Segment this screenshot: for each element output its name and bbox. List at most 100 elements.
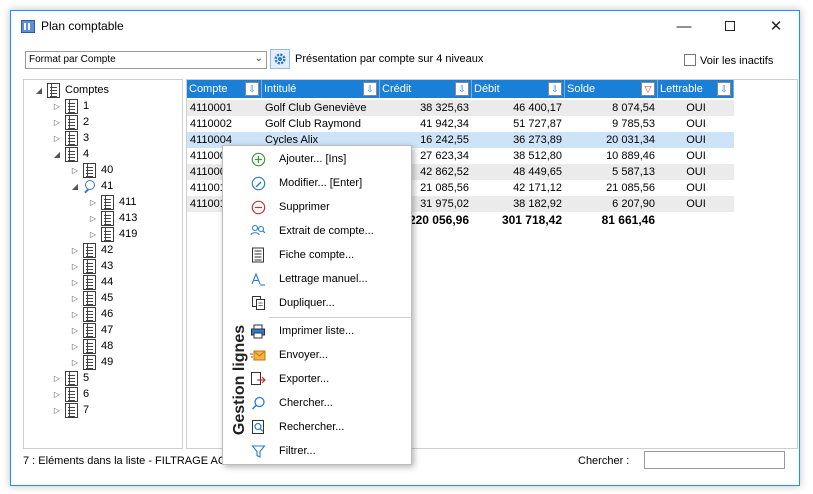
table-row[interactable]: 4110002 Golf Club Raymond 41 942,34 51 7… bbox=[187, 116, 734, 132]
cell-debit: 38 182,92 bbox=[513, 198, 562, 210]
filter-icon[interactable]: ▽ bbox=[641, 82, 655, 96]
tree-node[interactable]: ▷ 42 bbox=[70, 242, 113, 258]
menu-item-extrait-compte[interactable]: Extrait de compte... bbox=[245, 220, 411, 242]
tree-node[interactable]: ▷ 47 bbox=[70, 322, 113, 338]
show-inactive-checkbox[interactable] bbox=[684, 54, 696, 66]
accounts-tree[interactable]: ◢ Comptes ▷ 1 ▷ 2 ▷ 3 ◢ 4 ▷ 40 ◢ 41 ▷ 411 ▷ 413 … bbox=[23, 79, 183, 449]
title-bar[interactable]: Plan comptable — ✕ bbox=[11, 11, 799, 41]
collapsed-arrow-icon[interactable]: ▷ bbox=[88, 214, 98, 223]
collapsed-arrow-icon[interactable]: ▷ bbox=[52, 118, 62, 127]
cell-debit: 36 273,89 bbox=[513, 134, 562, 146]
collapsed-arrow-icon[interactable]: ▷ bbox=[70, 262, 80, 271]
cell-lettrable: OUI bbox=[686, 198, 706, 210]
cell-solde: 21 085,56 bbox=[606, 182, 655, 194]
window-title: Plan comptable bbox=[41, 19, 124, 33]
tree-node[interactable]: ▷ 40 bbox=[70, 162, 113, 178]
minimize-button[interactable]: — bbox=[661, 11, 707, 41]
column-header-lettrable[interactable]: Lettrable ⇩ bbox=[658, 80, 734, 98]
tree-node[interactable]: ▷ 44 bbox=[70, 274, 113, 290]
tree-node[interactable]: ◢ 41 bbox=[70, 178, 113, 194]
collapsed-arrow-icon[interactable]: ▷ bbox=[88, 230, 98, 239]
collapsed-arrow-icon[interactable]: ▷ bbox=[70, 326, 80, 335]
tree-node[interactable]: ▷ 46 bbox=[70, 306, 113, 322]
close-button[interactable]: ✕ bbox=[753, 11, 799, 41]
tree-node[interactable]: ▷ 45 bbox=[70, 290, 113, 306]
column-header-debit[interactable]: Débit ⇩ bbox=[472, 80, 565, 98]
tree-node[interactable]: ▷ 419 bbox=[88, 226, 137, 242]
column-header-credit[interactable]: Crédit ⇩ bbox=[380, 80, 472, 98]
tree-node[interactable]: ▷ 49 bbox=[70, 354, 113, 370]
menu-item-filtrer[interactable]: Filtrer... bbox=[245, 440, 411, 462]
collapsed-arrow-icon[interactable]: ▷ bbox=[52, 406, 62, 415]
expanded-arrow-icon[interactable]: ◢ bbox=[70, 182, 80, 191]
presentation-settings-button[interactable] bbox=[270, 49, 290, 69]
chevron-down-icon: ⌄ bbox=[254, 53, 263, 64]
ledger-icon bbox=[83, 354, 96, 370]
menu-item-label: Filtrer... bbox=[279, 445, 316, 457]
menu-item-label: Imprimer liste... bbox=[279, 325, 355, 337]
tree-node[interactable]: ▷ 411 bbox=[88, 194, 137, 210]
expanded-arrow-icon[interactable]: ◢ bbox=[34, 86, 44, 95]
column-header-label: Lettrable bbox=[660, 83, 703, 95]
menu-item-chercher[interactable]: Chercher... bbox=[245, 392, 411, 414]
tree-node-label: 42 bbox=[101, 244, 114, 256]
collapsed-arrow-icon[interactable]: ▷ bbox=[70, 166, 80, 175]
column-header-compte[interactable]: Compte ⇩ bbox=[187, 80, 262, 98]
sort-icon[interactable]: ⇩ bbox=[548, 82, 562, 96]
collapsed-arrow-icon[interactable]: ▷ bbox=[70, 310, 80, 319]
menu-item-fiche-compte[interactable]: Fiche compte... bbox=[245, 244, 411, 266]
collapsed-arrow-icon[interactable]: ▷ bbox=[70, 294, 80, 303]
cell-lettrable: OUI bbox=[686, 102, 706, 114]
tree-node[interactable]: ▷ 3 bbox=[52, 130, 89, 146]
collapsed-arrow-icon[interactable]: ▷ bbox=[70, 246, 80, 255]
collapsed-arrow-icon[interactable]: ▷ bbox=[52, 374, 62, 383]
search-input[interactable] bbox=[644, 451, 785, 469]
collapsed-arrow-icon[interactable]: ▷ bbox=[70, 342, 80, 351]
table-row[interactable]: 4110001 Golf Club Geneviève 38 325,63 46… bbox=[187, 100, 734, 116]
collapsed-arrow-icon[interactable]: ▷ bbox=[52, 134, 62, 143]
tree-node[interactable]: ▷ 6 bbox=[52, 386, 89, 402]
menu-item-envoyer[interactable]: Envoyer... bbox=[245, 344, 411, 366]
cell-empty bbox=[658, 212, 734, 228]
tree-node[interactable]: ▷ 48 bbox=[70, 338, 113, 354]
printer-icon bbox=[249, 322, 267, 340]
cell-lettrable: OUI bbox=[686, 118, 706, 130]
collapsed-arrow-icon[interactable]: ▷ bbox=[70, 278, 80, 287]
tree-node-label: 44 bbox=[101, 276, 114, 288]
show-inactive-label[interactable]: Voir les inactifs bbox=[700, 55, 773, 67]
sort-icon[interactable]: ⇩ bbox=[245, 82, 259, 96]
menu-item-exporter[interactable]: Exporter... bbox=[245, 368, 411, 390]
menu-item-supprimer[interactable]: Supprimer bbox=[245, 196, 411, 218]
expanded-arrow-icon[interactable]: ◢ bbox=[52, 150, 62, 159]
menu-item-lettrage-manuel[interactable]: Lettrage manuel... bbox=[245, 268, 411, 290]
collapsed-arrow-icon[interactable]: ▷ bbox=[88, 198, 98, 207]
column-header-intitule[interactable]: Intitulé ⇩ bbox=[262, 80, 380, 98]
tree-node[interactable]: ▷ 2 bbox=[52, 114, 89, 130]
sort-icon[interactable]: ⇩ bbox=[717, 82, 731, 96]
tree-node[interactable]: ▷ 413 bbox=[88, 210, 137, 226]
filter-icon bbox=[249, 442, 267, 460]
tree-node[interactable]: ▷ 43 bbox=[70, 258, 113, 274]
collapsed-arrow-icon[interactable]: ▷ bbox=[52, 102, 62, 111]
collapsed-arrow-icon[interactable]: ▷ bbox=[70, 358, 80, 367]
ledger-icon bbox=[47, 82, 60, 98]
format-select[interactable]: Format par Compte ⌄ bbox=[25, 51, 267, 69]
collapsed-arrow-icon[interactable]: ▷ bbox=[52, 390, 62, 399]
menu-item-rechercher[interactable]: Rechercher... bbox=[245, 416, 411, 438]
tree-node[interactable]: ▷ 1 bbox=[52, 98, 89, 114]
tree-node-root[interactable]: ◢ Comptes bbox=[34, 82, 109, 98]
tree-node[interactable]: ◢ 4 bbox=[52, 146, 89, 162]
ledger-icon bbox=[65, 98, 78, 114]
menu-item-modifier[interactable]: Modifier... [Enter] bbox=[245, 172, 411, 194]
maximize-button[interactable] bbox=[707, 11, 753, 41]
tree-node[interactable]: ▷ 7 bbox=[52, 402, 89, 418]
menu-item-dupliquer[interactable]: Dupliquer... bbox=[245, 292, 411, 314]
sort-icon[interactable]: ⇩ bbox=[363, 82, 377, 96]
menu-item-ajouter[interactable]: Ajouter... [Ins] bbox=[245, 148, 411, 170]
column-header-solde[interactable]: Solde ▽ bbox=[565, 80, 658, 98]
menu-item-imprimer-liste[interactable]: Imprimer liste... bbox=[245, 320, 411, 342]
cell-solde: 20 031,34 bbox=[606, 134, 655, 146]
search-icon bbox=[83, 179, 96, 193]
tree-node[interactable]: ▷ 5 bbox=[52, 370, 89, 386]
sort-icon[interactable]: ⇩ bbox=[455, 82, 469, 96]
